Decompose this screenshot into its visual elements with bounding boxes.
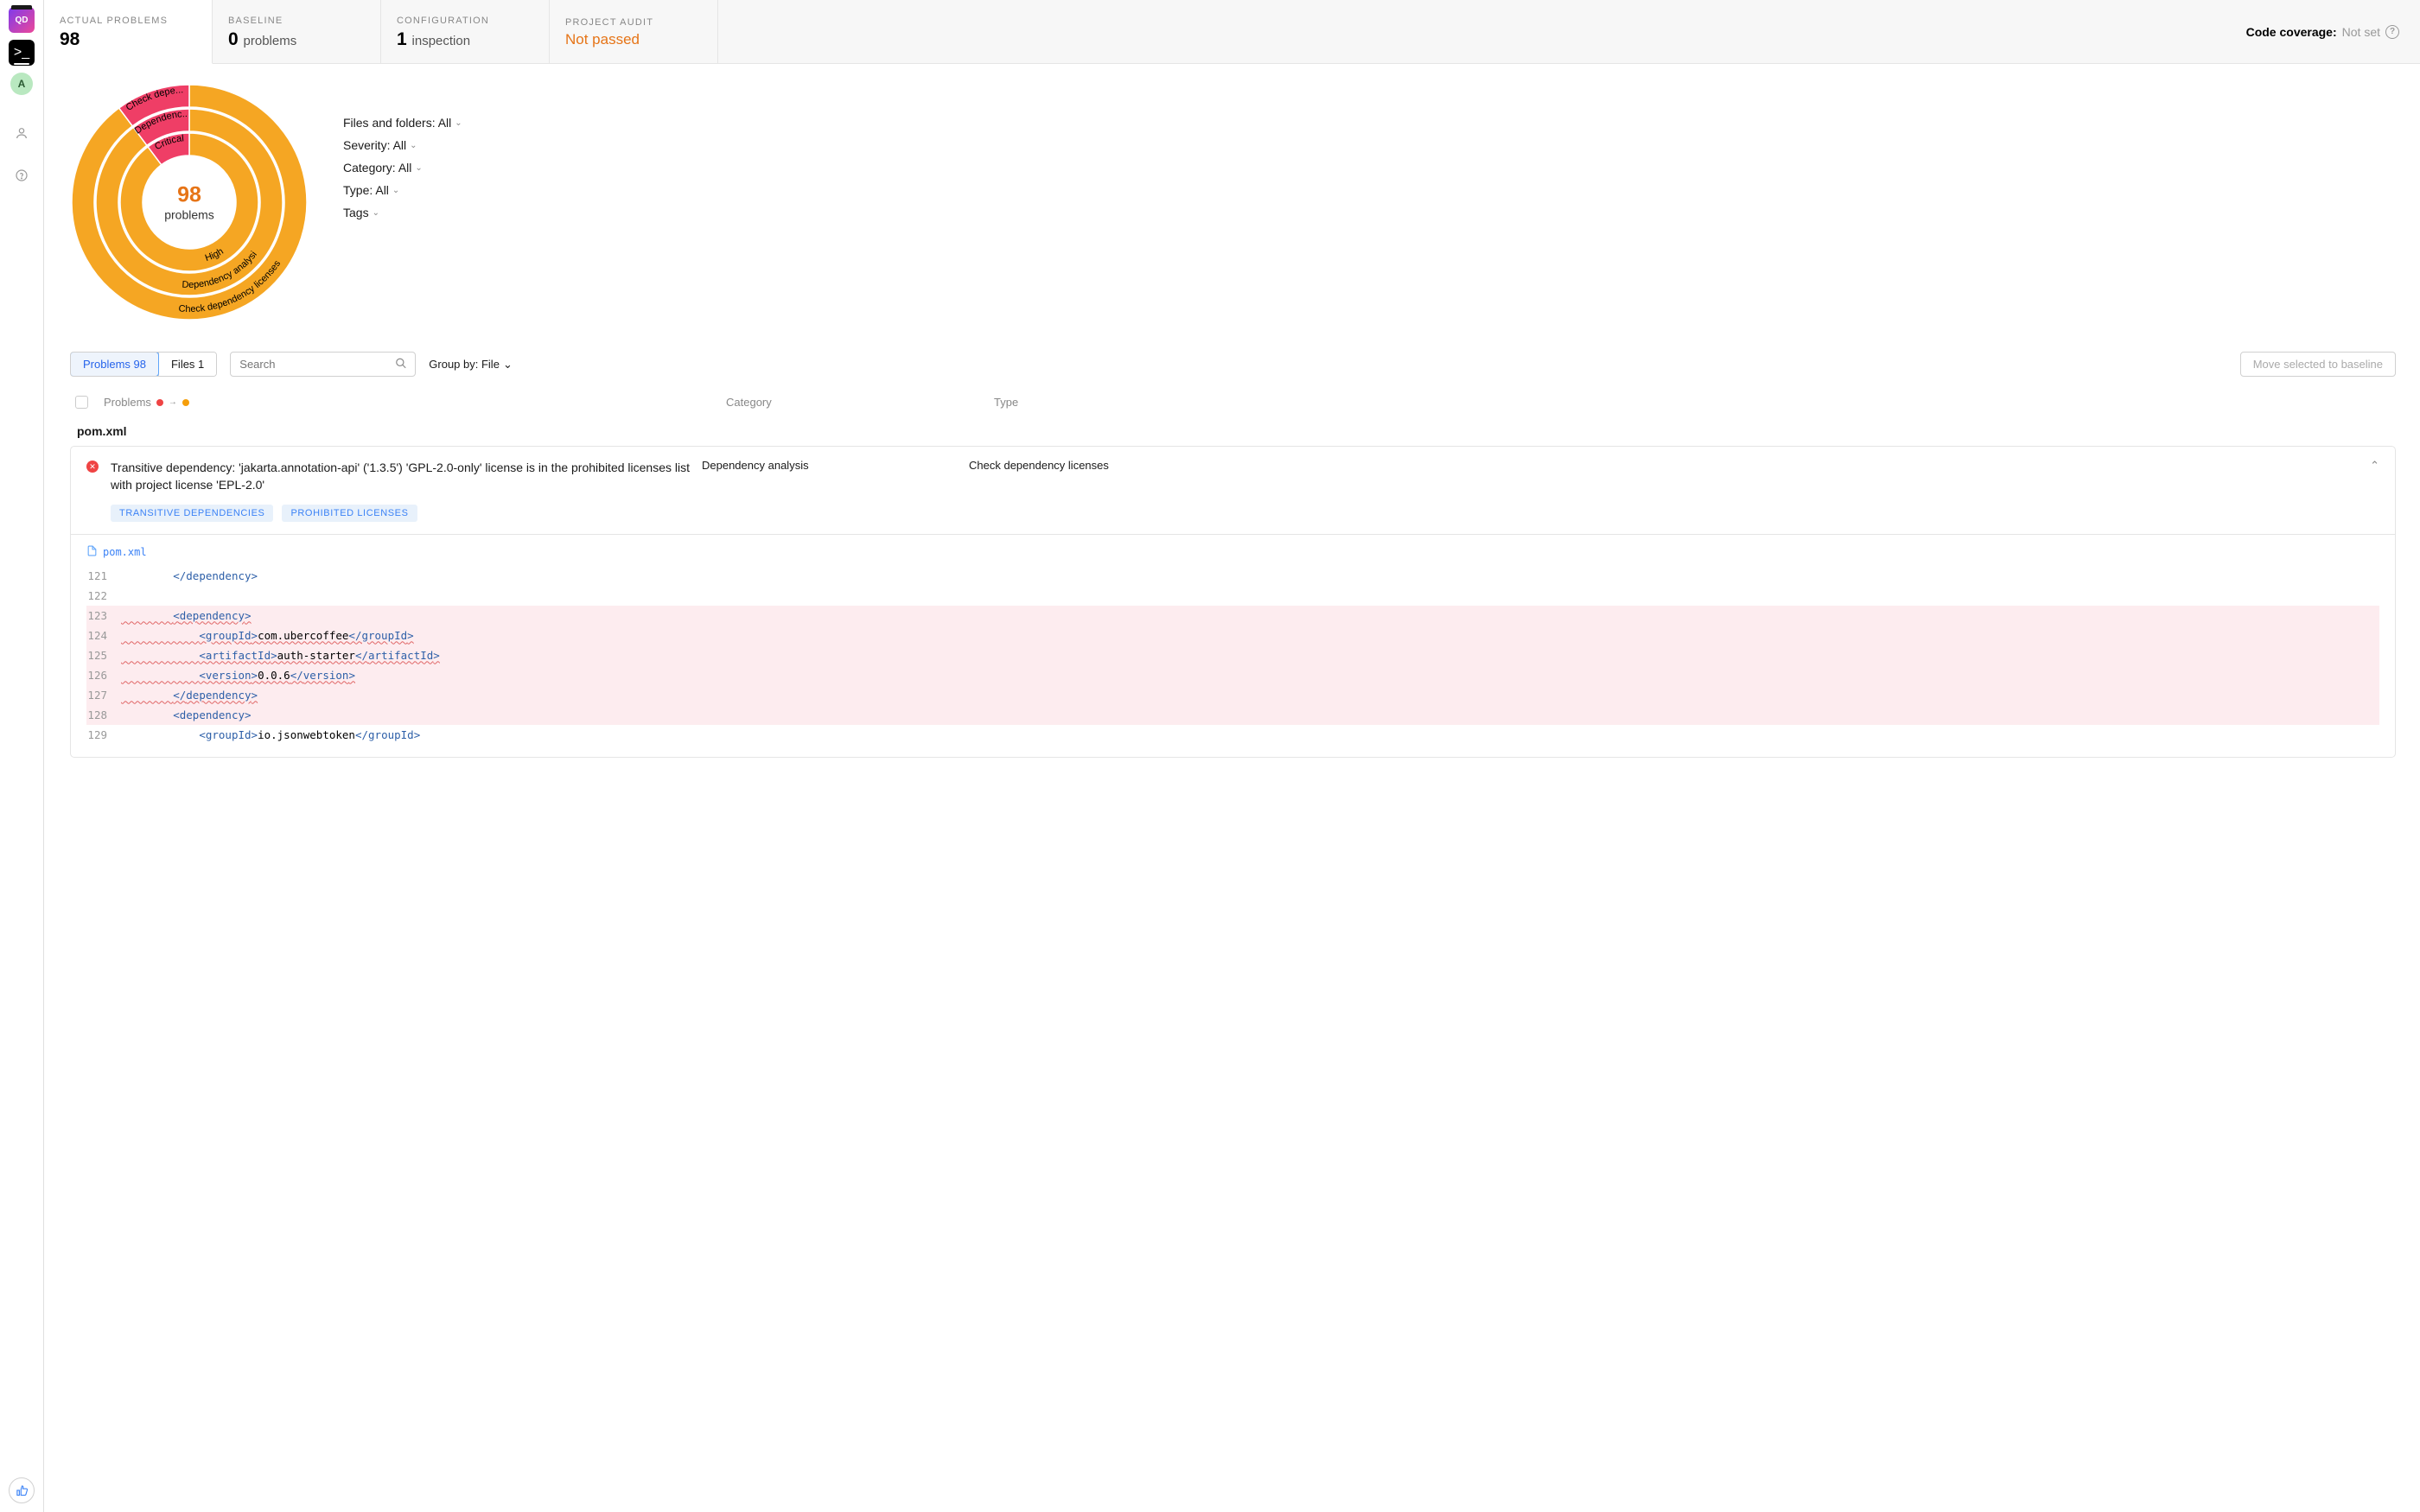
filter-files[interactable]: Files and folders: All⌄ (343, 116, 462, 130)
issue-title: Transitive dependency: 'jakarta.annotati… (111, 459, 690, 494)
code-coverage: Code coverage: Not set ? (2226, 0, 2420, 63)
code-line: 122 (86, 586, 2379, 606)
tab-configuration[interactable]: CONFIGURATION 1 inspection (381, 0, 550, 63)
tab-baseline[interactable]: BASELINE 0 problems (213, 0, 381, 63)
avatar[interactable]: A (10, 73, 33, 95)
filter-category[interactable]: Category: All⌄ (343, 161, 462, 175)
code: 121 </dependency>122123 <dependency>124 … (86, 566, 2379, 745)
arrow-right-icon: → (169, 397, 177, 407)
error-icon: ✕ (86, 461, 99, 473)
search-icon (395, 357, 407, 372)
chevron-down-icon: ⌄ (455, 118, 462, 128)
file-group[interactable]: pom.xml (70, 417, 2396, 446)
code-line: 126 <version>0.0.6</version> (86, 665, 2379, 685)
issue-tags: TRANSITIVE DEPENDENCIES PROHIBITED LICEN… (71, 505, 2395, 534)
line-number: 124 (86, 629, 118, 642)
line-number: 128 (86, 708, 118, 721)
group-by[interactable]: Group by: File⌄ (429, 358, 513, 372)
select-all-checkbox[interactable] (75, 396, 88, 409)
chevron-down-icon: ⌄ (503, 358, 513, 372)
tag[interactable]: PROHIBITED LICENSES (282, 505, 417, 522)
file-icon (86, 545, 98, 559)
line-text: <dependency> (118, 609, 2379, 622)
help-icon[interactable] (15, 168, 29, 185)
line-text: </dependency> (118, 689, 2379, 702)
severity-dot-yellow-icon (182, 399, 189, 406)
filter-type[interactable]: Type: All⌄ (343, 183, 462, 197)
issue-type: Check dependency licenses (969, 459, 1109, 472)
tab-label: ACTUAL PROBLEMS (60, 16, 193, 26)
code-line: 127 </dependency> (86, 685, 2379, 705)
tab-value: 98 (60, 29, 193, 50)
line-text: <artifactId>auth-starter</artifactId> (118, 649, 2379, 662)
search-input[interactable] (230, 352, 416, 377)
donut-label: problems (164, 208, 214, 222)
line-text: <version>0.0.6</version> (118, 669, 2379, 682)
line-text: <groupId>com.ubercoffee</groupId> (118, 629, 2379, 642)
code-line: 121 </dependency> (86, 566, 2379, 586)
tab-label: PROJECT AUDIT (565, 17, 698, 28)
code-line: 128 <dependency> (86, 705, 2379, 725)
issue-category: Dependency analysis (702, 459, 957, 472)
line-number: 121 (86, 569, 118, 582)
code-line: 124 <groupId>com.ubercoffee</groupId> (86, 626, 2379, 645)
issue-header[interactable]: ✕ Transitive dependency: 'jakarta.annota… (71, 447, 2395, 505)
tab-actual-problems[interactable]: ACTUAL PROBLEMS 98 (44, 0, 213, 64)
search (230, 352, 416, 377)
filters: Files and folders: All⌄ Severity: All⌄ C… (343, 83, 462, 219)
line-text: <groupId>io.jsonwebtoken</groupId> (118, 728, 2379, 741)
donut-count: 98 (164, 183, 214, 208)
help-icon[interactable]: ? (2385, 25, 2399, 39)
line-number: 123 (86, 609, 118, 622)
tab-label: BASELINE (228, 16, 361, 26)
code-line: 129 <groupId>io.jsonwebtoken</groupId> (86, 725, 2379, 745)
issue-row: ✕ Transitive dependency: 'jakarta.annota… (70, 446, 2396, 758)
header-type: Type (994, 396, 2391, 409)
user-icon[interactable] (15, 126, 29, 143)
severity-dot-red-icon (156, 399, 163, 406)
line-number: 127 (86, 689, 118, 702)
tab-value: Not passed (565, 31, 698, 48)
code-block: pom.xml 121 </dependency>122123 <depende… (71, 534, 2395, 757)
chevron-down-icon: ⌄ (415, 163, 422, 173)
tab-value: 0 problems (228, 29, 361, 50)
subtab-files[interactable]: Files 1 (158, 353, 216, 376)
line-number: 125 (86, 649, 118, 662)
filter-tags[interactable]: Tags⌄ (343, 206, 462, 219)
move-to-baseline-button[interactable]: Move selected to baseline (2240, 352, 2396, 377)
line-number: 126 (86, 669, 118, 682)
terminal-icon[interactable]: >_ (9, 40, 35, 66)
chevron-down-icon: ⌄ (392, 186, 399, 195)
sunburst-chart[interactable]: Check dependency licensesDependency anal… (70, 83, 309, 321)
filter-severity[interactable]: Severity: All⌄ (343, 138, 462, 152)
thumbs-up-icon[interactable] (9, 1477, 35, 1503)
tabs: ACTUAL PROBLEMS 98 BASELINE 0 problems C… (44, 0, 2420, 64)
chevron-up-icon[interactable]: ⌃ (2370, 459, 2379, 473)
table-header: Problems → Category Type (70, 387, 2396, 417)
line-number: 129 (86, 728, 118, 741)
tab-value: 1 inspection (397, 29, 530, 50)
header-problems: Problems (104, 396, 151, 409)
line-text: </dependency> (118, 569, 2379, 582)
sidebar: QD >_ A (0, 0, 44, 1512)
code-line: 123 <dependency> (86, 606, 2379, 626)
file-link[interactable]: pom.xml (86, 545, 2379, 559)
tab-label: CONFIGURATION (397, 16, 530, 26)
header-category: Category (726, 396, 994, 409)
qodana-icon[interactable]: QD (9, 7, 35, 33)
line-number: 122 (86, 589, 118, 602)
line-text: <dependency> (118, 708, 2379, 721)
subtab-problems[interactable]: Problems 98 (70, 352, 159, 377)
chevron-down-icon: ⌄ (410, 141, 417, 150)
chevron-down-icon: ⌄ (373, 208, 379, 218)
code-line: 125 <artifactId>auth-starter</artifactId… (86, 645, 2379, 665)
subtabs: Problems 98 Files 1 (70, 352, 217, 377)
tag[interactable]: TRANSITIVE DEPENDENCIES (111, 505, 273, 522)
tab-project-audit[interactable]: PROJECT AUDIT Not passed (550, 0, 718, 63)
main: ACTUAL PROBLEMS 98 BASELINE 0 problems C… (44, 0, 2420, 1512)
